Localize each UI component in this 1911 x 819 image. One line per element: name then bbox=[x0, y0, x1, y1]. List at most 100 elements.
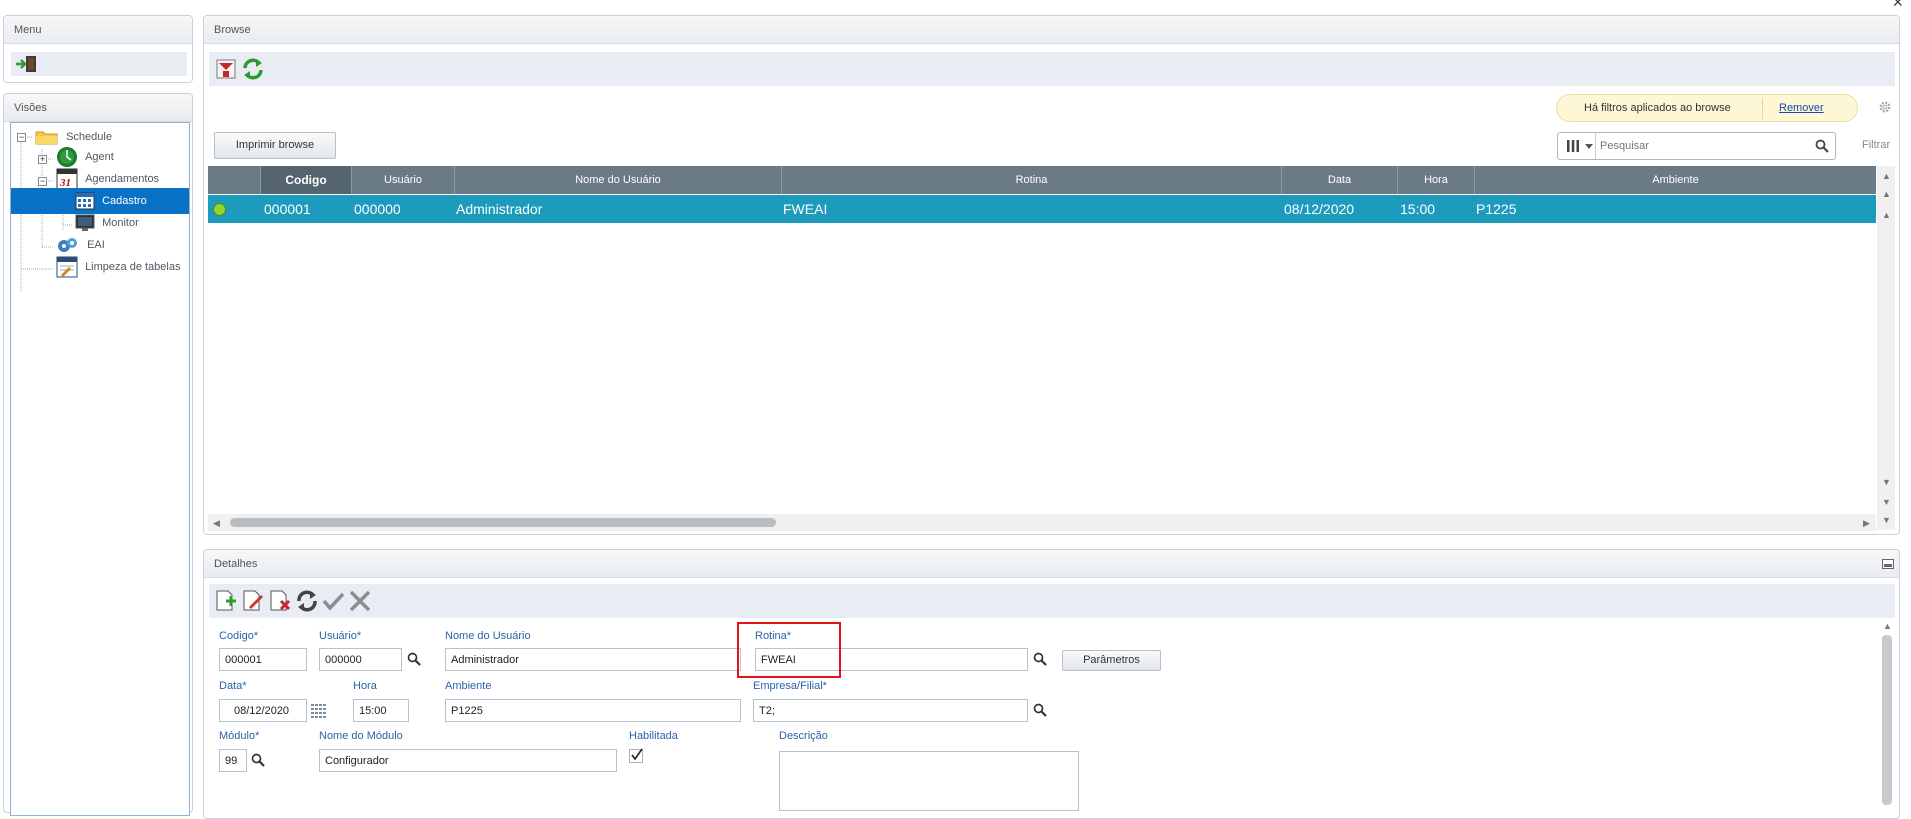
empresa-filial-label: Empresa/Filial* bbox=[753, 680, 827, 692]
export-icon[interactable] bbox=[215, 57, 239, 81]
columns-selector[interactable] bbox=[1558, 133, 1596, 159]
checkmark-icon bbox=[631, 748, 643, 761]
usuario-field[interactable] bbox=[319, 648, 402, 671]
hora-label: Hora bbox=[353, 680, 377, 692]
browse-title: Browse bbox=[204, 16, 1899, 44]
close-icon[interactable]: ✕ bbox=[1892, 0, 1904, 11]
chevron-down-icon bbox=[1585, 144, 1593, 149]
empresa-lookup-icon[interactable] bbox=[1033, 703, 1047, 717]
confirm-icon[interactable] bbox=[321, 589, 345, 613]
new-record-icon[interactable] bbox=[214, 589, 238, 613]
cell-ambiente: P1225 bbox=[1476, 201, 1517, 217]
cancel-icon[interactable] bbox=[348, 589, 372, 613]
modulo-lookup-icon[interactable] bbox=[251, 753, 265, 767]
browse-toolbar bbox=[209, 52, 1895, 86]
grid-horizontal-scrollbar[interactable]: ◀ ▶ bbox=[208, 514, 1876, 531]
cell-usuario: 000000 bbox=[354, 201, 401, 217]
exit-door-icon[interactable] bbox=[15, 54, 39, 74]
search-icon[interactable] bbox=[1815, 139, 1829, 153]
horizontal-scroll-thumb[interactable] bbox=[230, 518, 776, 527]
details-title: Detalhes bbox=[204, 550, 1899, 578]
col-header-data[interactable]: Data bbox=[1281, 166, 1397, 194]
scroll-up-icon[interactable]: ▲ bbox=[1882, 210, 1891, 220]
refresh-icon[interactable] bbox=[241, 57, 265, 81]
cell-data: 08/12/2020 bbox=[1284, 201, 1355, 217]
remove-filter-link[interactable]: Remover bbox=[1779, 102, 1824, 114]
col-header-ambiente[interactable]: Ambiente bbox=[1474, 166, 1876, 194]
nome-modulo-label: Nome do Módulo bbox=[319, 730, 403, 742]
descricao-label: Descrição bbox=[779, 730, 828, 742]
monitor-icon bbox=[75, 214, 95, 232]
data-field[interactable] bbox=[219, 699, 307, 722]
collapse-agendamentos-toggle[interactable]: − bbox=[38, 177, 47, 186]
habilitada-checkbox[interactable] bbox=[629, 748, 643, 763]
ambiente-field[interactable] bbox=[445, 699, 741, 722]
cell-rotina: FWEAI bbox=[783, 201, 828, 217]
columns-icon bbox=[1567, 140, 1579, 152]
filter-notice: Há filtros aplicados ao browse Remover bbox=[1556, 94, 1858, 122]
agent-globe-icon bbox=[57, 147, 77, 168]
search-box bbox=[1557, 132, 1836, 160]
col-header-usuario[interactable]: Usuário bbox=[351, 166, 454, 194]
scroll-left-icon[interactable]: ◀ bbox=[213, 518, 220, 528]
col-header-rotina[interactable]: Rotina bbox=[781, 166, 1281, 194]
tree-item-label: Limpeza de tabelas bbox=[85, 261, 181, 273]
reload-icon[interactable] bbox=[295, 589, 319, 613]
print-browse-button[interactable]: Imprimir browse bbox=[214, 132, 336, 159]
puzzle-gear-icon bbox=[58, 238, 77, 253]
search-input[interactable] bbox=[1600, 136, 1800, 156]
calendar-31-icon: 31 bbox=[56, 168, 78, 190]
col-header-hora[interactable]: Hora bbox=[1397, 166, 1474, 194]
scroll-page-up-icon[interactable]: ▲ bbox=[1882, 189, 1891, 199]
gear-icon[interactable] bbox=[1878, 100, 1892, 114]
cell-hora: 15:00 bbox=[1400, 201, 1436, 217]
browse-panel: Browse Há filtros aplicados ao browse Re… bbox=[203, 15, 1900, 535]
scroll-down-icon[interactable]: ▼ bbox=[1882, 477, 1891, 487]
nome-usuario-label: Nome do Usuário bbox=[445, 630, 531, 642]
empresa-filial-field[interactable] bbox=[753, 699, 1028, 722]
minimize-icon[interactable] bbox=[1882, 559, 1894, 569]
visoes-panel: Visões − Schedule + Agent − 31 Agendamen… bbox=[3, 93, 193, 816]
tree-item-label: Cadastro bbox=[102, 195, 147, 207]
table-clean-icon bbox=[56, 256, 78, 278]
modulo-field[interactable] bbox=[219, 749, 247, 772]
details-vertical-scrollbar[interactable]: ▲ bbox=[1880, 621, 1894, 807]
scroll-bottom-icon[interactable]: ▼ bbox=[1882, 515, 1891, 525]
collapse-schedule-toggle[interactable]: − bbox=[17, 133, 26, 142]
nome-usuario-field[interactable] bbox=[445, 648, 741, 671]
nome-modulo-field[interactable] bbox=[319, 749, 617, 772]
parametros-button[interactable]: Parâmetros bbox=[1062, 650, 1161, 671]
col-header-nome-usuario[interactable]: Nome do Usuário bbox=[454, 166, 781, 194]
descricao-textarea[interactable] bbox=[779, 751, 1079, 811]
col-header-codigo[interactable]: Codigo bbox=[260, 166, 351, 194]
delete-record-icon[interactable] bbox=[268, 589, 292, 613]
tree-item-label: EAI bbox=[87, 239, 105, 251]
scroll-top-icon[interactable]: ▲ bbox=[1882, 171, 1891, 181]
menu-panel: Menu bbox=[3, 15, 193, 83]
usuario-lookup-icon[interactable] bbox=[407, 652, 421, 666]
grid-vertical-scrollbar[interactable]: ▲ ▲ ▲ ▼ ▼ ▼ bbox=[1877, 166, 1895, 530]
grid-calendar-icon bbox=[75, 192, 95, 210]
tree-item-label: Agent bbox=[85, 151, 114, 163]
edit-record-icon[interactable] bbox=[241, 589, 265, 613]
scroll-page-down-icon[interactable]: ▼ bbox=[1882, 497, 1891, 507]
details-scroll-up-icon[interactable]: ▲ bbox=[1883, 621, 1892, 631]
tree-item-label: Schedule bbox=[66, 131, 112, 143]
visoes-title: Visões bbox=[4, 94, 192, 122]
menu-title: Menu bbox=[4, 16, 192, 44]
calendar-picker-icon[interactable] bbox=[311, 704, 327, 718]
scroll-right-icon[interactable]: ▶ bbox=[1863, 518, 1870, 528]
details-scroll-thumb[interactable] bbox=[1882, 635, 1892, 805]
filter-notice-text: Há filtros aplicados ao browse bbox=[1584, 102, 1731, 114]
filter-label[interactable]: Filtrar bbox=[1862, 139, 1890, 151]
tree-item-limpeza[interactable]: Limpeza de tabelas bbox=[56, 254, 180, 280]
usuario-label: Usuário* bbox=[319, 630, 362, 642]
table-row[interactable]: 000001 000000 Administrador FWEAI 08/12/… bbox=[208, 195, 1876, 223]
ambiente-label: Ambiente bbox=[445, 680, 492, 692]
rotina-lookup-icon[interactable] bbox=[1033, 652, 1047, 666]
hora-field[interactable] bbox=[353, 699, 409, 722]
grid-header: Codigo Usuário Nome do Usuário Rotina Da… bbox=[208, 166, 1876, 194]
codigo-field[interactable] bbox=[219, 648, 307, 671]
expand-agent-toggle[interactable]: + bbox=[38, 155, 47, 164]
modulo-label: Módulo* bbox=[219, 730, 260, 742]
